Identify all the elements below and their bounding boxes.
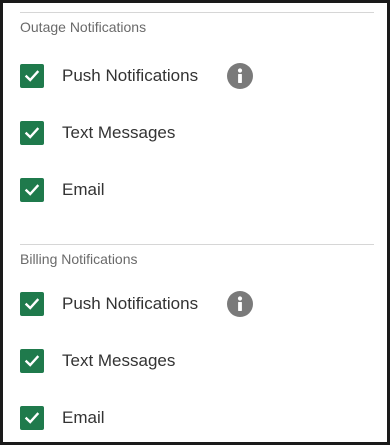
checkbox-checked[interactable] bbox=[20, 121, 44, 145]
checkbox-checked[interactable] bbox=[20, 178, 44, 202]
billing-email-option[interactable]: Email bbox=[20, 405, 105, 431]
billing-text-messages-option[interactable]: Text Messages bbox=[20, 348, 175, 374]
checkmark-icon bbox=[24, 355, 40, 367]
outage-push-notifications-option[interactable]: Push Notifications bbox=[20, 63, 254, 89]
checkmark-icon bbox=[24, 412, 40, 424]
checkbox-checked[interactable] bbox=[20, 292, 44, 316]
checkmark-icon bbox=[24, 70, 40, 82]
option-label: Text Messages bbox=[62, 351, 176, 370]
notification-settings-panel: Outage Notifications Push Notifications bbox=[0, 0, 390, 445]
option-label: Text Messages bbox=[62, 123, 176, 142]
option-label: Push Notifications bbox=[62, 66, 199, 85]
info-icon[interactable] bbox=[227, 63, 254, 89]
billing-push-notifications-option[interactable]: Push Notifications bbox=[20, 291, 254, 317]
option-label: Push Notifications bbox=[62, 294, 199, 313]
checkmark-icon bbox=[24, 127, 40, 139]
checkmark-icon bbox=[24, 184, 40, 196]
checkbox-checked[interactable] bbox=[20, 64, 44, 88]
section-divider bbox=[20, 244, 374, 245]
outage-text-messages-option[interactable]: Text Messages bbox=[20, 120, 175, 146]
checkbox-checked[interactable] bbox=[20, 349, 44, 373]
option-label: Email bbox=[62, 408, 105, 427]
outage-email-option[interactable]: Email bbox=[20, 177, 105, 203]
option-label: Email bbox=[62, 180, 105, 199]
checkmark-icon bbox=[24, 298, 40, 310]
section-title: Billing Notifications bbox=[20, 251, 138, 267]
section-divider bbox=[20, 12, 374, 13]
checkbox-checked[interactable] bbox=[20, 406, 44, 430]
info-icon[interactable] bbox=[227, 291, 254, 317]
section-title: Outage Notifications bbox=[20, 19, 147, 35]
